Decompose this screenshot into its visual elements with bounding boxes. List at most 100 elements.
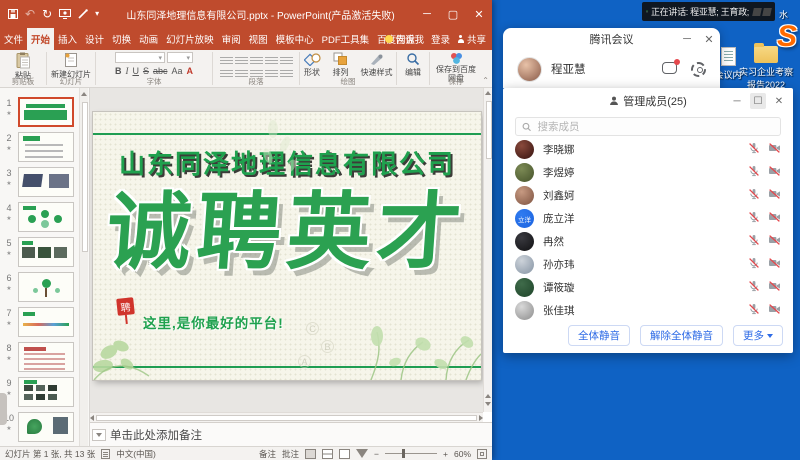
zoom-slider[interactable] [385,453,437,454]
ribbon-tab[interactable]: 设计 [81,28,108,50]
notes-collapse-icon[interactable] [92,429,106,441]
member-search-input[interactable] [535,120,774,134]
ribbon-tab[interactable]: 文件 [0,28,27,50]
font-name-select[interactable]: ▾ [115,52,165,63]
bullet-list-icon[interactable] [220,55,233,66]
save-icon[interactable] [8,9,18,19]
slide-thumbnail[interactable] [18,272,74,302]
unmute-all-button[interactable]: 解除全体静音 [640,325,723,346]
member-row[interactable]: 谭筱璇 [503,276,793,299]
scrollbar-thumb[interactable] [96,415,477,421]
slide-thumbnail-row[interactable]: 2★ [0,132,78,162]
notes-toggle[interactable]: 备注 [259,448,276,460]
tellme-item[interactable]: 告诉我 [385,32,424,46]
muted-camera-icon[interactable] [768,256,781,274]
member-row[interactable]: 张佳琪 [503,299,793,322]
collapse-ribbon-icon[interactable]: ⌃ [482,76,489,85]
font-effect-button[interactable]: I [125,66,128,76]
text-direction-icon[interactable] [280,55,293,66]
zoom-slider-thumb[interactable] [402,449,405,458]
member-row[interactable]: 刘鑫妸 [503,184,793,207]
quick-styles-button[interactable]: 快速样式 [358,52,396,78]
ribbon-tab[interactable]: 插入 [54,28,81,50]
ribbon-tab[interactable]: 模板中心 [272,28,318,50]
scrollbar-thumb[interactable] [486,101,492,159]
user-avatar[interactable] [517,57,542,82]
font-effect-button[interactable]: B [115,66,122,76]
scrollbar-thumb[interactable] [82,102,88,252]
undo-icon[interactable]: ↶ [25,8,35,20]
horizontal-scrollbar[interactable] [90,412,483,422]
more-button[interactable]: 更多 [733,325,783,346]
slide-thumbnail-row[interactable]: 7★ [0,307,78,337]
slide-thumbnail-row[interactable]: 4★ [0,202,78,232]
slide-thumbnail-row[interactable]: 8★ [0,342,78,372]
thumbnail-scrollbar[interactable] [79,88,88,446]
scroll-right-icon[interactable] [479,415,483,421]
slide-thumbnail-row[interactable]: 10★ [0,412,78,442]
zoom-level[interactable]: 60% [454,449,471,459]
slide-thumbnail[interactable] [18,167,74,197]
member-row[interactable]: 李晓娜 [503,138,793,161]
notes-placeholder[interactable]: 单击此处添加备注 [110,427,202,443]
normal-view-icon[interactable] [305,449,316,459]
sogou-logo-icon[interactable]: S [777,20,800,54]
muted-camera-icon[interactable] [768,141,781,159]
font-effect-button[interactable]: U [132,66,139,76]
slideshow-view-icon[interactable] [356,449,368,458]
signin-item[interactable]: 登录 [431,32,450,46]
member-row[interactable]: 孙亦玮 [503,253,793,276]
numbered-list-icon[interactable] [235,55,248,66]
slide-thumbnail-row[interactable]: 5★ [0,237,78,267]
panel-grip-handle[interactable] [0,393,7,425]
meeting-close-button[interactable]: ✕ [698,33,720,46]
muted-camera-icon[interactable] [768,210,781,228]
notes-pane[interactable]: 单击此处添加备注 [90,422,492,446]
muted-mic-icon[interactable] [748,302,760,320]
muted-camera-icon[interactable] [768,302,781,320]
panel-close-button[interactable]: ✕ [771,93,787,109]
settings-gear-icon[interactable] [691,62,706,77]
chat-icon[interactable] [662,62,678,76]
slide-canvas[interactable]: 山东同泽地理信息有限公司 诚聘英才 聘 这里,是你最好的平台! C B A [93,112,481,380]
slide-thumbnail-row[interactable]: 9★ [0,377,78,407]
font-effect-button[interactable]: A [187,66,194,76]
font-effect-button[interactable]: abc [153,66,168,76]
share-item[interactable]: 共享 [457,32,486,46]
muted-camera-icon[interactable] [768,187,781,205]
slide-thumbnail-row[interactable]: 6★ [0,272,78,302]
slide-thumbnail-row[interactable]: 1★ [0,97,78,127]
ink-pen-icon[interactable] [78,9,88,19]
muted-camera-icon[interactable] [768,233,781,251]
muted-mic-icon[interactable] [748,233,760,251]
member-row[interactable]: 李煜婷 [503,161,793,184]
scroll-up-icon[interactable] [485,91,491,95]
muted-mic-icon[interactable] [748,279,760,297]
panel-maximize-button[interactable]: ☐ [750,93,766,109]
muted-mic-icon[interactable] [748,164,760,182]
muted-mic-icon[interactable] [748,256,760,274]
edit-button[interactable]: 编辑 [402,52,424,78]
font-size-select[interactable]: ▾ [167,52,193,63]
muted-camera-icon[interactable] [768,279,781,297]
fit-to-window-icon[interactable] [477,449,487,459]
font-effect-button[interactable]: Aa [172,66,183,76]
member-row[interactable]: 立洋庞立洋 [503,207,793,230]
line-spacing-icon[interactable] [265,55,278,66]
spellcheck-icon[interactable] [101,449,110,459]
muted-mic-icon[interactable] [748,141,760,159]
reading-view-icon[interactable] [339,449,350,459]
ribbon-tab[interactable]: 视图 [245,28,272,50]
slide-thumbnail[interactable] [18,377,74,407]
arrange-button[interactable]: 排列 [330,52,352,78]
zoom-in-button[interactable]: + [443,449,448,459]
qat-customize-icon[interactable]: ▾ [95,10,99,18]
slide-thumbnail[interactable] [18,342,74,372]
panel-minimize-button[interactable]: ─ [729,93,745,109]
member-row[interactable]: 冉然 [503,230,793,253]
scroll-left-icon[interactable] [90,415,94,421]
slide-sorter-icon[interactable] [322,449,333,459]
redo-icon[interactable]: ↻ [42,8,52,20]
start-slideshow-icon[interactable] [59,9,71,19]
slide-thumbnail[interactable] [18,132,74,162]
